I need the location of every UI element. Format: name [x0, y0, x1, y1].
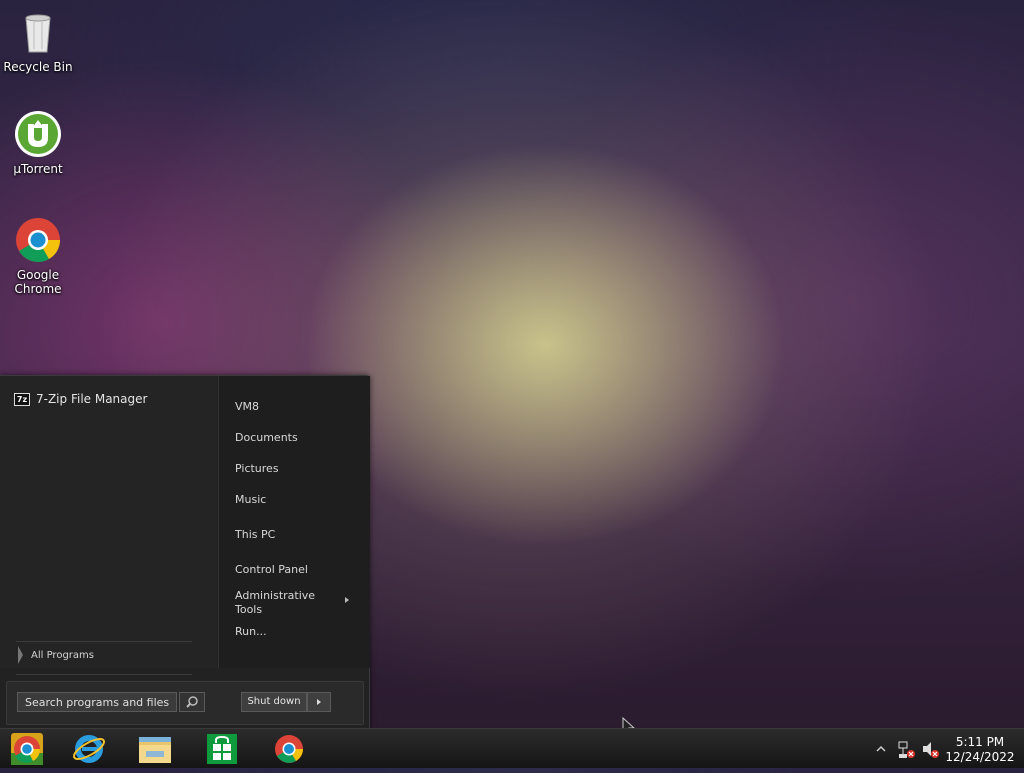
start-orb-icon [11, 733, 43, 765]
taskbar-store[interactable] [203, 731, 241, 767]
desktop-icon-label: Google Chrome [14, 268, 62, 296]
menu-item-control-panel[interactable]: Control Panel [235, 563, 308, 577]
desktop-icon-utorrent[interactable]: µTorrent [2, 110, 74, 176]
taskbar-internet-explorer[interactable] [70, 731, 108, 767]
desktop-icon-recycle-bin[interactable]: Recycle Bin [2, 8, 74, 74]
desktop-icon-google-chrome[interactable]: Google Chrome [2, 216, 74, 296]
taskbar: 5:11 PM 12/24/2022 [0, 728, 1024, 768]
desktop-icon-label: Recycle Bin [3, 60, 73, 74]
menu-item-documents[interactable]: Documents [235, 431, 298, 445]
program-label: 7-Zip File Manager [36, 392, 148, 406]
taskbar-chrome[interactable] [270, 731, 308, 767]
all-programs-label: All Programs [31, 649, 94, 661]
programs-pane: 7z 7-Zip File Manager All Programs [0, 376, 217, 675]
utorrent-icon [14, 110, 62, 158]
clock-time: 5:11 PM [955, 735, 1005, 749]
7zip-icon: 7z [14, 392, 30, 406]
start-menu-bottom-bar: Search programs and files Shut down [6, 681, 364, 725]
menu-item-administrative-tools[interactable]: Administrative Tools [235, 589, 330, 617]
shutdown-button[interactable]: Shut down [241, 692, 307, 712]
menu-item-vm8[interactable]: VM8 [235, 400, 259, 414]
start-button[interactable] [8, 731, 46, 767]
menu-item-this-pc[interactable]: This PC [235, 528, 275, 542]
search-input[interactable]: Search programs and files [17, 692, 177, 712]
recycle-bin-icon [14, 8, 62, 56]
network-disconnected-icon [898, 741, 915, 758]
search-icon [186, 696, 198, 708]
desktop-icon-label: µTorrent [13, 162, 63, 176]
taskbar-file-explorer[interactable] [136, 731, 174, 767]
show-hidden-icons-button[interactable] [872, 729, 890, 769]
submenu-arrow-icon [345, 597, 349, 603]
menu-item-run[interactable]: Run... [235, 625, 267, 639]
store-icon [207, 734, 237, 764]
chrome-icon [14, 216, 62, 264]
volume-control[interactable] [920, 729, 942, 769]
search-button[interactable] [179, 692, 205, 712]
chevron-right-icon [18, 646, 23, 664]
menu-item-pictures[interactable]: Pictures [235, 462, 279, 476]
shutdown-options-button[interactable] [307, 692, 331, 712]
chrome-icon [275, 735, 303, 763]
divider [16, 641, 192, 642]
all-programs-button[interactable]: All Programs [18, 646, 94, 664]
clock-date: 12/24/2022 [945, 750, 1015, 764]
chevron-up-icon [876, 745, 886, 752]
start-menu: 7z 7-Zip File Manager All Programs VM8 D… [0, 375, 370, 730]
internet-explorer-icon [72, 735, 106, 763]
divider [16, 674, 192, 675]
network-status[interactable] [896, 729, 918, 769]
volume-muted-icon [923, 742, 939, 758]
file-explorer-icon [139, 737, 171, 763]
program-7zip-file-manager[interactable]: 7z 7-Zip File Manager [14, 392, 147, 406]
menu-item-music[interactable]: Music [235, 493, 266, 507]
places-pane: VM8 Documents Pictures Music This PC Con… [218, 376, 370, 668]
taskbar-clock[interactable]: 5:11 PM 12/24/2022 [940, 735, 1020, 765]
